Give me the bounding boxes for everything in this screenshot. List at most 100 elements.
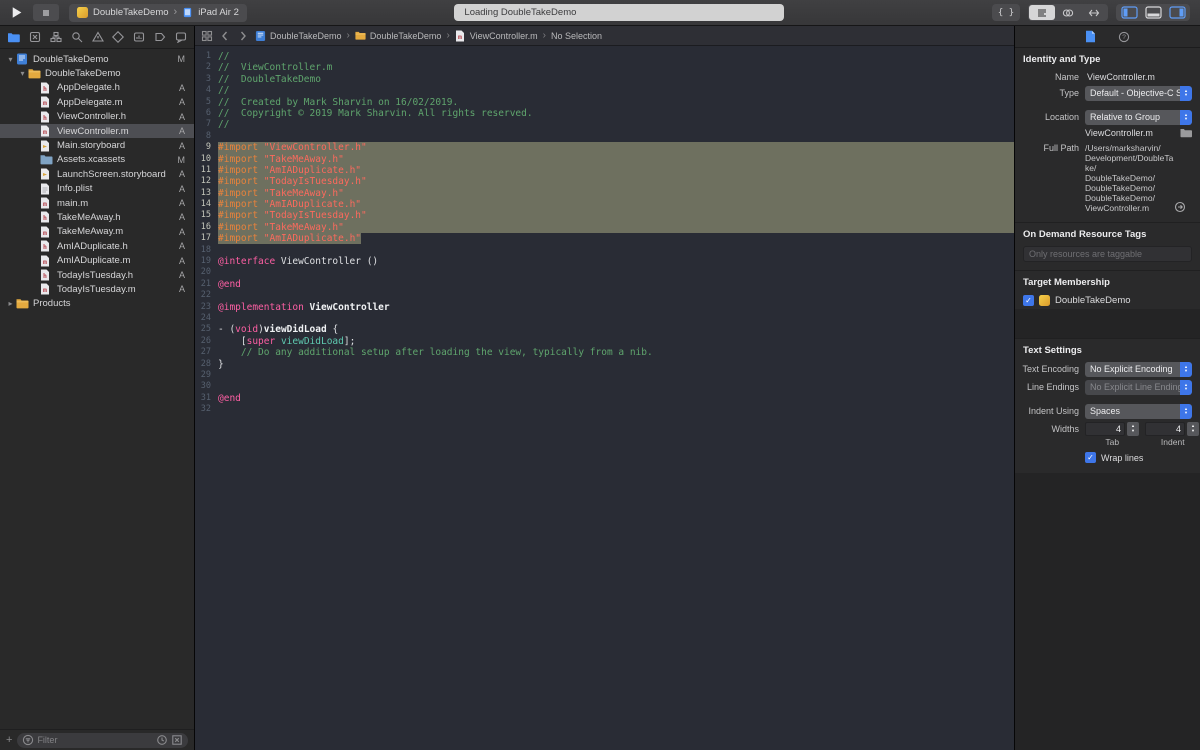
line-content[interactable]: #import "TakeMeAway.h"	[218, 222, 1014, 233]
source-control-navigator-tab[interactable]	[29, 31, 41, 43]
line-content[interactable]	[218, 131, 1014, 142]
file-row-main-m[interactable]: mmain.mA	[0, 196, 194, 210]
file-row-main-storyboard[interactable]: Main.storyboardA	[0, 138, 194, 152]
line-number[interactable]: 32	[195, 404, 218, 415]
file-row-amiaduplicate-m[interactable]: mAmIADuplicate.mA	[0, 253, 194, 267]
line-number[interactable]: 15	[195, 210, 218, 221]
help-inspector-tab[interactable]: ?	[1118, 31, 1130, 43]
breakpoint-navigator-tab[interactable]	[154, 31, 166, 43]
line-content[interactable]: #import "AmIADuplicate.h"	[218, 165, 1014, 176]
breadcrumb-item[interactable]: DoubleTakeDemo	[255, 30, 342, 41]
line-number[interactable]: 23	[195, 302, 218, 313]
version-editor-button[interactable]	[1081, 5, 1107, 20]
tab-width-stepper[interactable]: ▴▾	[1127, 422, 1139, 436]
line-number[interactable]: 3	[195, 74, 218, 85]
line-content[interactable]: - (void)viewDidLoad {	[218, 324, 1014, 335]
line-number[interactable]: 26	[195, 336, 218, 347]
line-number[interactable]: 24	[195, 313, 218, 324]
line-number[interactable]: 10	[195, 154, 218, 165]
line-number[interactable]: 30	[195, 381, 218, 392]
line-number[interactable]: 1	[195, 51, 218, 62]
line-number[interactable]: 25	[195, 324, 218, 335]
line-content[interactable]: #import "TakeMeAway.h"	[218, 154, 1014, 165]
toggle-inspector-button[interactable]	[1165, 5, 1189, 20]
add-button[interactable]: +	[6, 734, 12, 746]
issue-navigator-tab[interactable]	[92, 31, 104, 43]
line-content[interactable]: #import "TodayIsTuesday.h"	[218, 210, 1014, 221]
folder-icon[interactable]	[1180, 128, 1192, 138]
line-number[interactable]: 5	[195, 97, 218, 108]
line-content[interactable]	[218, 381, 1014, 392]
scheme-selector[interactable]: DoubleTakeDemo › iPad Air 2	[69, 4, 247, 22]
line-content[interactable]: @end	[218, 279, 1014, 290]
line-number[interactable]: 4	[195, 85, 218, 96]
indent-using-dropdown[interactable]: Spaces ▴▾	[1085, 404, 1192, 419]
line-content[interactable]: //	[218, 51, 1014, 62]
back-button[interactable]	[219, 30, 231, 42]
run-button[interactable]	[10, 6, 23, 19]
line-content[interactable]: #import "TakeMeAway.h"	[218, 188, 1014, 199]
line-content[interactable]: // Copyright © 2019 Mark Sharvin. All ri…	[218, 108, 1014, 119]
code-area[interactable]: 1//2// ViewController.m3// DoubleTakeDem…	[195, 46, 1014, 750]
stop-button[interactable]	[33, 4, 59, 21]
line-number[interactable]: 16	[195, 222, 218, 233]
toggle-navigator-button[interactable]	[1117, 5, 1141, 20]
type-dropdown[interactable]: Default - Objective-C Sou... ▴▾	[1085, 86, 1192, 101]
target-checkbox[interactable]: ✓	[1023, 295, 1034, 306]
line-content[interactable]: #import "AmIADuplicate.h"	[218, 199, 1014, 210]
find-navigator-tab[interactable]	[71, 31, 83, 43]
breadcrumb-item[interactable]: No Selection	[551, 31, 602, 41]
line-content[interactable]: // ViewController.m	[218, 62, 1014, 73]
line-content[interactable]	[218, 267, 1014, 278]
file-row-doubletakedemo[interactable]: ▾DoubleTakeDemo	[0, 66, 194, 80]
wrap-lines-checkbox[interactable]: ✓	[1085, 452, 1096, 463]
line-number[interactable]: 12	[195, 176, 218, 187]
line-number[interactable]: 19	[195, 256, 218, 267]
library-button[interactable]: { }	[992, 4, 1020, 21]
line-number[interactable]: 21	[195, 279, 218, 290]
line-number[interactable]: 8	[195, 131, 218, 142]
report-navigator-tab[interactable]	[175, 31, 187, 43]
file-inspector-tab[interactable]	[1085, 30, 1096, 43]
open-path-arrow-icon[interactable]	[1174, 201, 1186, 213]
line-number[interactable]: 14	[195, 199, 218, 210]
line-number[interactable]: 29	[195, 370, 218, 381]
line-number[interactable]: 9	[195, 142, 218, 153]
line-content[interactable]: }	[218, 359, 1014, 370]
file-row-products[interactable]: ▸Products	[0, 297, 194, 311]
line-content[interactable]	[218, 370, 1014, 381]
file-row-takemeaway-h[interactable]: hTakeMeAway.hA	[0, 210, 194, 224]
source-control-status-icon[interactable]	[171, 734, 183, 746]
disclosure-triangle[interactable]: ▸	[5, 299, 16, 308]
standard-editor-button[interactable]	[1029, 5, 1055, 20]
line-content[interactable]	[218, 404, 1014, 415]
file-row-info-plist[interactable]: Info.plistA	[0, 182, 194, 196]
file-row-amiaduplicate-h[interactable]: hAmIADuplicate.hA	[0, 239, 194, 253]
project-navigator-tab[interactable]	[7, 31, 20, 43]
symbol-navigator-tab[interactable]	[50, 31, 62, 43]
disclosure-triangle[interactable]: ▾	[17, 69, 28, 78]
line-endings-dropdown[interactable]: No Explicit Line Endings ▴▾	[1085, 380, 1192, 395]
line-content[interactable]: // Created by Mark Sharvin on 16/02/2019…	[218, 97, 1014, 108]
line-number[interactable]: 11	[195, 165, 218, 176]
resource-tags-field[interactable]: Only resources are taggable	[1023, 246, 1192, 262]
indent-width-stepper[interactable]: ▴▾	[1187, 422, 1199, 436]
forward-button[interactable]	[237, 30, 249, 42]
line-content[interactable]: @implementation ViewController	[218, 302, 1014, 313]
name-field[interactable]: ViewController.m	[1085, 71, 1192, 83]
line-content[interactable]: @interface ViewController ()	[218, 256, 1014, 267]
line-content[interactable]: #import "TodayIsTuesday.h"	[218, 176, 1014, 187]
line-number[interactable]: 7	[195, 119, 218, 130]
breadcrumb-item[interactable]: mViewController.m	[455, 30, 538, 41]
line-content[interactable]: //	[218, 119, 1014, 130]
file-row-launchscreen-storyboard[interactable]: LaunchScreen.storyboardA	[0, 167, 194, 181]
line-content[interactable]: [super viewDidLoad];	[218, 336, 1014, 347]
line-content[interactable]: // DoubleTakeDemo	[218, 74, 1014, 85]
line-content[interactable]: @end	[218, 393, 1014, 404]
file-row-viewcontroller-h[interactable]: hViewController.hA	[0, 110, 194, 124]
line-number[interactable]: 18	[195, 245, 218, 256]
line-number[interactable]: 2	[195, 62, 218, 73]
file-row-doubletakedemo[interactable]: ▾DoubleTakeDemoM	[0, 52, 194, 66]
file-row-viewcontroller-m[interactable]: mViewController.mA	[0, 124, 194, 138]
file-row-takemeaway-m[interactable]: mTakeMeAway.mA	[0, 225, 194, 239]
